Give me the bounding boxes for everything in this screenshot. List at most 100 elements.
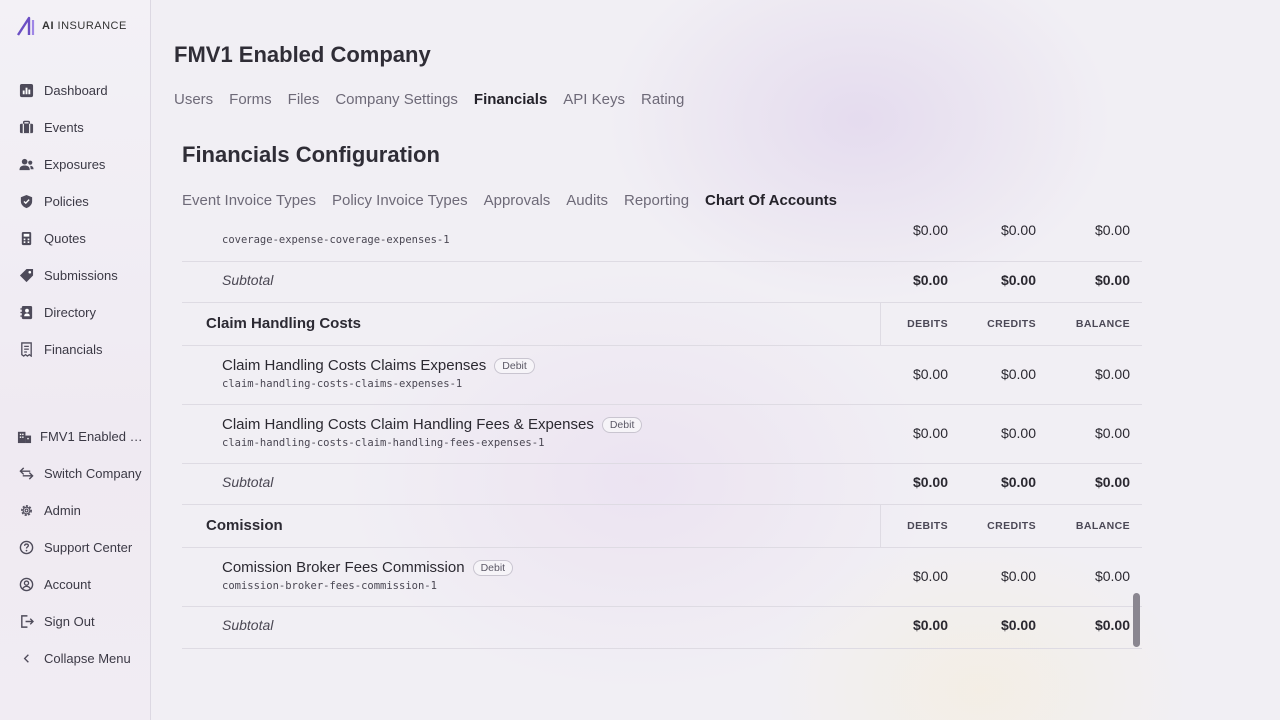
account-row[interactable]: Claim Handling Costs Claims Expenses Deb…	[182, 346, 1142, 405]
tab-users[interactable]: Users	[174, 91, 213, 108]
account-code: coverage-expense-coverage-expenses-1	[222, 234, 450, 246]
sidebar-item-admin[interactable]: Admin	[18, 500, 81, 520]
balance-value: $0.00	[1094, 222, 1130, 238]
shield-icon	[18, 193, 34, 209]
sidebar-item-dashboard[interactable]: Dashboard	[18, 80, 108, 100]
account-name: Claim Handling Costs Claim Handling Fees…	[222, 416, 643, 433]
sidebar-item-label: Dashboard	[44, 82, 108, 98]
building-icon	[16, 428, 32, 444]
sidebar-item-label: Events	[44, 119, 84, 135]
debit-badge: Debit	[494, 357, 535, 374]
sidebar-item-label: Support Center	[44, 539, 133, 555]
tab-company-settings[interactable]: Company Settings	[335, 91, 458, 108]
subtotal-credits: $0.00	[1000, 272, 1036, 288]
credits-value: $0.00	[1000, 222, 1036, 238]
tab-event-invoice-types[interactable]: Event Invoice Types	[182, 192, 316, 209]
subtotal-balance: $0.00	[1094, 474, 1130, 490]
sidebar-item-company[interactable]: FMV1 Enabled …	[16, 426, 146, 446]
sidebar-item-label: FMV1 Enabled …	[40, 428, 143, 444]
sidebar-item-label: Switch Company	[44, 465, 142, 481]
company-tabs: Users Forms Files Company Settings Finan…	[174, 91, 684, 108]
credits-value: $0.00	[1000, 425, 1036, 441]
switch-arrows-icon	[18, 465, 34, 481]
sign-out-icon	[18, 613, 34, 629]
sidebar-item-collapse-menu[interactable]: Collapse Menu	[18, 648, 131, 668]
section-title: Financials Configuration	[182, 142, 440, 167]
group-header-row: Claim Handling Costs DEBITS CREDITS BALA…	[182, 303, 1142, 346]
sidebar-item-directory[interactable]: Directory	[18, 302, 96, 322]
brand-logo[interactable]: AI INSURANCE	[16, 16, 127, 36]
calculator-icon	[18, 230, 34, 246]
tab-policy-invoice-types[interactable]: Policy Invoice Types	[332, 192, 468, 209]
account-row[interactable]: Claim Handling Costs Claim Handling Fees…	[182, 405, 1142, 464]
sidebar-item-events[interactable]: Events	[18, 117, 84, 137]
sidebar-item-label: Admin	[44, 502, 81, 518]
debits-value: $0.00	[912, 366, 948, 382]
chevron-left-icon	[18, 650, 34, 666]
tab-chart-of-accounts[interactable]: Chart Of Accounts	[705, 192, 837, 209]
group-title: Comission	[206, 517, 283, 534]
subtotal-label: Subtotal	[222, 272, 274, 288]
sidebar-item-financials[interactable]: Financials	[18, 339, 103, 359]
subtotal-row: Subtotal $0.00 $0.00 $0.00	[182, 607, 1142, 649]
col-header-debits: DEBITS	[907, 318, 948, 330]
chart-of-accounts-table[interactable]: $0.00 $0.00 $0.00 coverage-expense-cover…	[182, 222, 1142, 662]
subtotal-balance: $0.00	[1094, 272, 1130, 288]
table-row: $0.00 $0.00 $0.00 coverage-expense-cover…	[182, 222, 1142, 262]
sidebar: AI INSURANCE Dashboard Events Exposures …	[0, 0, 151, 720]
config-tabs: Event Invoice Types Policy Invoice Types…	[182, 192, 837, 209]
subtotal-label: Subtotal	[222, 474, 274, 490]
sidebar-item-policies[interactable]: Policies	[18, 191, 89, 211]
group-title: Claim Handling Costs	[206, 315, 362, 332]
sidebar-item-switch-company[interactable]: Switch Company	[18, 463, 142, 483]
sidebar-item-submissions[interactable]: Submissions	[18, 265, 118, 285]
subtotal-debits: $0.00	[912, 272, 948, 288]
tab-financials[interactable]: Financials	[474, 91, 547, 108]
subtotal-row: Subtotal $0.00 $0.00 $0.00	[182, 262, 1142, 303]
debits-value: $0.00	[912, 425, 948, 441]
tab-forms[interactable]: Forms	[229, 91, 272, 108]
tag-icon	[18, 267, 34, 283]
group-header-row: Comission DEBITS CREDITS BALANCE	[182, 505, 1142, 548]
tab-reporting[interactable]: Reporting	[624, 192, 689, 209]
sidebar-item-label: Sign Out	[44, 613, 95, 629]
brand-name: AI INSURANCE	[42, 20, 127, 32]
debit-badge: Debit	[601, 416, 643, 433]
balance-value: $0.00	[1094, 366, 1130, 382]
sidebar-item-account[interactable]: Account	[18, 574, 91, 594]
sidebar-item-quotes[interactable]: Quotes	[18, 228, 86, 248]
tab-audits[interactable]: Audits	[566, 192, 608, 209]
subtotal-debits: $0.00	[912, 474, 948, 490]
question-circle-icon	[18, 539, 34, 555]
sidebar-item-exposures[interactable]: Exposures	[18, 154, 105, 174]
subtotal-credits: $0.00	[1000, 474, 1036, 490]
col-header-credits: CREDITS	[987, 318, 1036, 330]
col-header-debits: DEBITS	[907, 520, 948, 532]
briefcase-icon	[18, 119, 34, 135]
tab-approvals[interactable]: Approvals	[484, 192, 551, 209]
tab-api-keys[interactable]: API Keys	[563, 91, 625, 108]
sidebar-item-sign-out[interactable]: Sign Out	[18, 611, 95, 631]
account-row[interactable]: Comission Broker Fees Commission Debit c…	[182, 548, 1142, 607]
gear-icon	[18, 502, 34, 518]
tab-rating[interactable]: Rating	[641, 91, 684, 108]
sidebar-item-label: Exposures	[44, 156, 106, 172]
sidebar-item-label: Collapse Menu	[44, 650, 131, 666]
sidebar-item-label: Policies	[44, 193, 89, 209]
debit-badge: Debit	[472, 559, 514, 576]
subtotal-balance: $0.00	[1094, 617, 1130, 633]
sidebar-item-support-center[interactable]: Support Center	[18, 537, 132, 557]
vertical-scrollbar-thumb[interactable]	[1133, 593, 1140, 647]
chart-bar-icon	[18, 82, 34, 98]
col-header-balance: BALANCE	[1075, 520, 1130, 532]
balance-value: $0.00	[1094, 568, 1130, 584]
receipt-icon	[18, 341, 34, 357]
debits-value: $0.00	[912, 222, 948, 238]
account-name: Comission Broker Fees Commission Debit	[222, 559, 514, 576]
subtotal-label: Subtotal	[222, 617, 274, 633]
tab-files[interactable]: Files	[288, 91, 320, 108]
balance-value: $0.00	[1094, 425, 1130, 441]
credits-value: $0.00	[1000, 568, 1036, 584]
address-book-icon	[18, 304, 34, 320]
account-code: claim-handling-costs-claims-expenses-1	[222, 378, 463, 390]
